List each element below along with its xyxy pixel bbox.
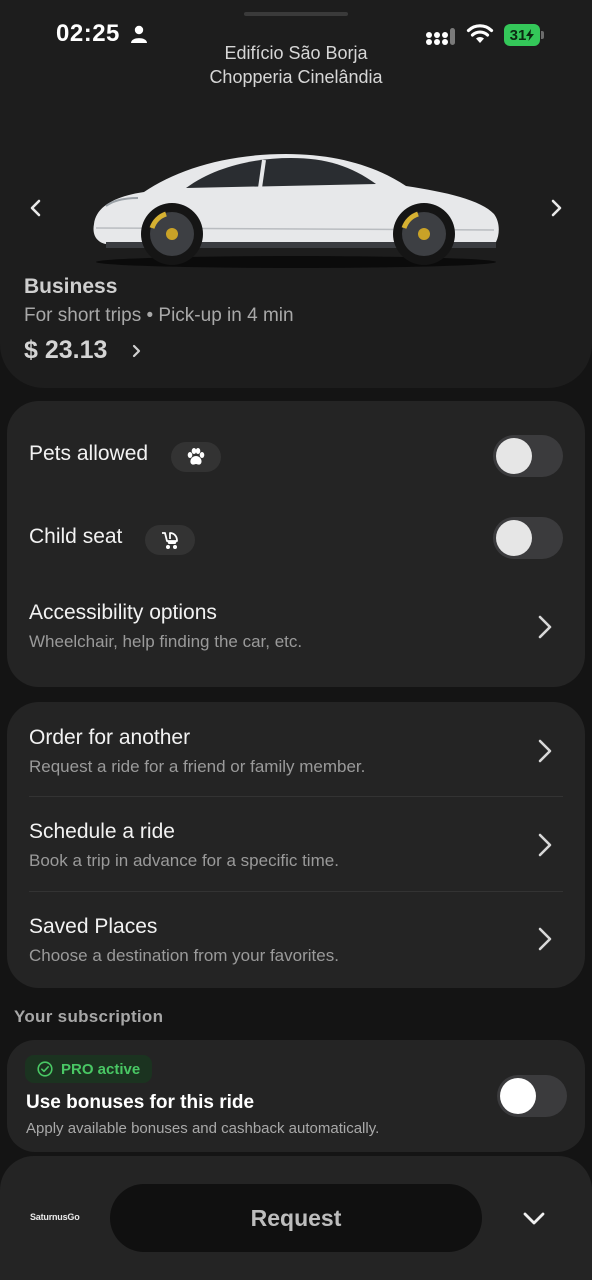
battery-tip [541, 31, 544, 39]
saved-places-title: Saved Places [29, 915, 158, 938]
car-image [93, 154, 499, 268]
toggle-knob [496, 520, 532, 556]
bottom-action-bar: SaturnusGo Request [0, 1156, 592, 1280]
previous-class-arrow-icon[interactable] [24, 196, 48, 220]
charging-bolt-icon [526, 29, 535, 41]
wifi-icon [466, 24, 494, 43]
pro-active-text: PRO active [61, 1060, 141, 1078]
schedule-a-ride-title: Schedule a ride [29, 820, 175, 843]
chevron-right-icon [538, 833, 552, 857]
subscription-card: PRO active Use bonuses for this ride App… [7, 1040, 585, 1152]
chevron-right-icon [538, 615, 552, 639]
saved-places-subtitle: Choose a destination from your favorites… [29, 946, 339, 965]
chevron-right-icon [538, 927, 552, 951]
paw-icon [187, 448, 205, 465]
pickup-address-line1: Edifício São Borja [224, 43, 368, 63]
pro-active-badge: PRO active [25, 1055, 153, 1083]
ride-class-name: Business [24, 275, 118, 298]
use-bonuses-description: Apply available bonuses and cashback aut… [26, 1120, 380, 1137]
accessibility-options-title: Accessibility options [29, 601, 217, 624]
child-seat-label: Child seat [29, 525, 123, 548]
drag-handle[interactable] [244, 12, 348, 16]
use-bonuses-title: Use bonuses for this ride [26, 1092, 255, 1113]
stroller-icon [162, 532, 178, 549]
accessibility-options-subtitle: Wheelchair, help finding the car, etc. [29, 632, 303, 651]
paw-badge [171, 442, 221, 472]
ride-header-card: 02:25 31 Edifício São Borja Chopperia Ci… [0, 0, 592, 388]
toggle-knob [496, 438, 532, 474]
order-for-another-subtitle: Request a ride for a friend or family me… [29, 757, 366, 776]
toggle-knob [500, 1078, 536, 1114]
check-circle-icon [37, 1061, 53, 1077]
brand-logo: SaturnusGo [30, 1212, 80, 1222]
person-icon [131, 25, 147, 43]
price-details-chevron-icon[interactable] [132, 344, 142, 358]
chevron-down-icon[interactable] [520, 1206, 548, 1230]
use-bonuses-toggle[interactable] [497, 1075, 567, 1117]
ride-options-card: Pets allowed Child seat Accessibility op… [7, 401, 585, 687]
battery-level: 31 [509, 26, 527, 44]
stroller-badge [145, 525, 195, 555]
chevron-right-icon [538, 739, 552, 763]
request-button[interactable]: Request [110, 1184, 482, 1252]
subscription-section-label: Your subscription [14, 1007, 164, 1026]
next-class-arrow-icon[interactable] [544, 196, 568, 220]
ride-price[interactable]: $ 23.13 [24, 336, 107, 365]
ride-class-description: For short trips • Pick-up in 4 min [24, 305, 294, 326]
child-seat-toggle[interactable] [493, 517, 563, 559]
pets-allowed-label: Pets allowed [29, 442, 149, 465]
row-divider [29, 796, 563, 797]
row-divider [29, 891, 563, 892]
pickup-address-line2: Chopperia Cinelândia [209, 67, 383, 87]
ride-actions-card: Order for another Request a ride for a f… [7, 702, 585, 988]
schedule-a-ride-subtitle: Book a trip in advance for a specific ti… [29, 851, 339, 870]
pets-allowed-toggle[interactable] [493, 435, 563, 477]
order-for-another-title: Order for another [29, 726, 191, 749]
